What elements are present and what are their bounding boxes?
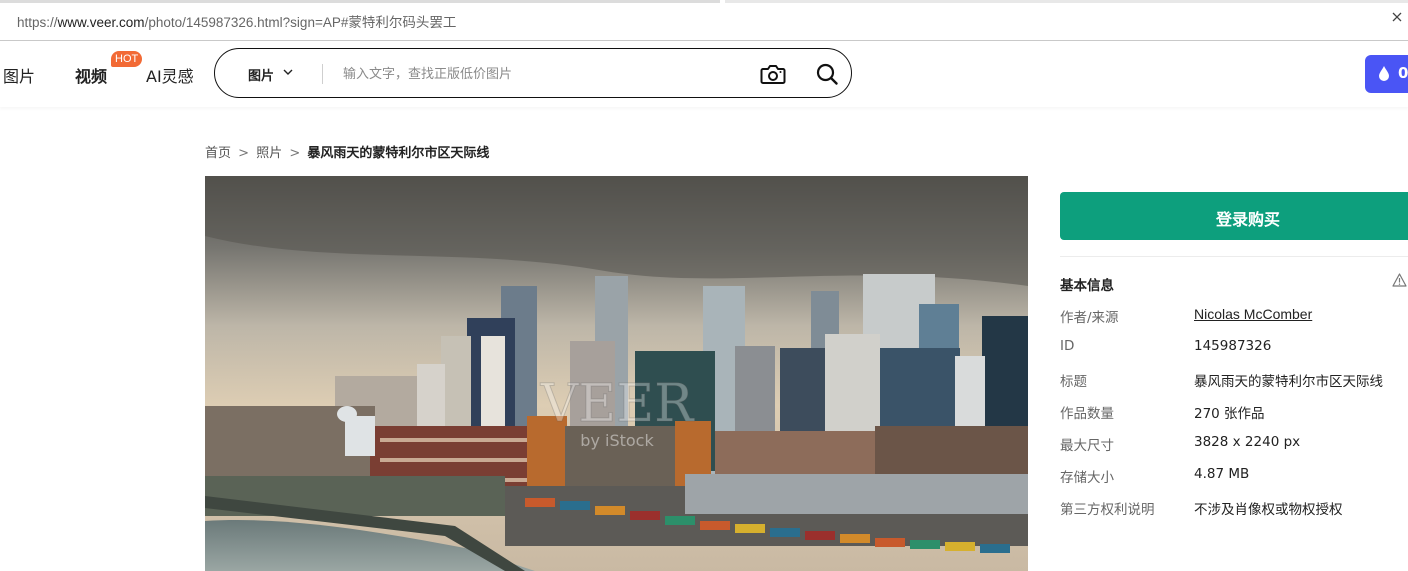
site-header: 图片 视频 HOT AI灵感 图片 0 [0, 41, 1408, 107]
chevron-down-icon[interactable] [283, 68, 293, 76]
breadcrumb-separator: > [289, 146, 301, 161]
breadcrumb-current: 暴风雨天的蒙特利尔市区天际线 [307, 146, 490, 161]
skyline-photo-illustration: VEER by iStock [205, 176, 1028, 571]
info-key: 作者/来源 [1060, 310, 1119, 326]
search-type-dropdown[interactable]: 图片 [248, 65, 274, 84]
coin-value: 0 [1398, 64, 1408, 82]
nav-pictures[interactable]: 图片 [3, 63, 35, 87]
info-row-title: 标题 暴风雨天的蒙特利尔市区天际线 [1060, 370, 1408, 390]
drop-icon [1379, 66, 1389, 81]
author-link[interactable]: Nicolas McComber [1194, 306, 1312, 322]
info-key: 作品数量 [1060, 406, 1114, 422]
info-row-third-party-rights: 第三方权利说明 不涉及肖像权或物权授权 [1060, 498, 1408, 518]
info-key: 最大尺寸 [1060, 438, 1114, 454]
info-value: 3828 x 2240 px [1194, 434, 1301, 450]
search-input[interactable] [343, 63, 733, 85]
basic-info-title: 基本信息 [1060, 278, 1114, 294]
coin-balance-button[interactable]: 0 [1365, 55, 1408, 93]
url-text[interactable]: https://www.veer.com/photo/145987326.htm… [17, 11, 456, 31]
info-row-max-size: 最大尺寸 3828 x 2240 px [1060, 434, 1408, 454]
info-key: 第三方权利说明 [1060, 502, 1155, 518]
info-key: ID [1060, 338, 1075, 354]
camera-search-icon[interactable] [760, 62, 786, 86]
url-prefix: https:// [17, 15, 58, 30]
panel-divider [1060, 256, 1408, 257]
info-row-work-count: 作品数量 270 张作品 [1060, 402, 1408, 422]
search-divider [322, 64, 323, 84]
watermark-istock: by iStock [580, 431, 654, 450]
warning-icon[interactable] [1392, 273, 1407, 287]
breadcrumb-home[interactable]: 首页 [205, 146, 231, 161]
info-key: 存储大小 [1060, 470, 1114, 486]
info-value: 暴风雨天的蒙特利尔市区天际线 [1194, 374, 1383, 390]
url-path: /photo/145987326.html?sign=AP#蒙特利尔码头罢工 [144, 15, 457, 30]
info-key: 标题 [1060, 374, 1087, 390]
info-row-id: ID 145987326 [1060, 338, 1408, 358]
nav-video[interactable]: 视频 [75, 63, 107, 87]
browser-address-bar[interactable]: https://www.veer.com/photo/145987326.htm… [0, 0, 1408, 41]
main-photo[interactable]: VEER by iStock [205, 176, 1028, 571]
watermark-veer: VEER [540, 374, 695, 434]
breadcrumb-category[interactable]: 照片 [256, 146, 282, 161]
info-row-author: 作者/来源 Nicolas McComber [1060, 306, 1408, 326]
info-value: 4.87 MB [1194, 466, 1250, 482]
info-value: 不涉及肖像权或物权授权 [1194, 502, 1343, 518]
breadcrumb: 首页 > 照片 > 暴风雨天的蒙特利尔市区天际线 [205, 142, 489, 161]
login-purchase-label: 登录购买 [1216, 210, 1281, 229]
close-icon[interactable] [1392, 10, 1402, 24]
search-bar: 图片 [214, 48, 852, 98]
nav-ai-inspiration[interactable]: AI灵感 [146, 63, 194, 87]
info-value: 145987326 [1194, 338, 1272, 354]
browser-tab-strip-secondary [725, 0, 1408, 3]
info-row-file-size: 存储大小 4.87 MB [1060, 466, 1408, 486]
url-host: www.veer.com [57, 15, 145, 30]
search-icon[interactable] [815, 62, 839, 86]
info-value: 270 张作品 [1194, 406, 1265, 422]
browser-tab-strip [0, 0, 720, 3]
breadcrumb-separator: > [238, 146, 250, 161]
hot-badge: HOT [111, 51, 143, 67]
login-purchase-button[interactable]: 登录购买 [1060, 192, 1408, 240]
